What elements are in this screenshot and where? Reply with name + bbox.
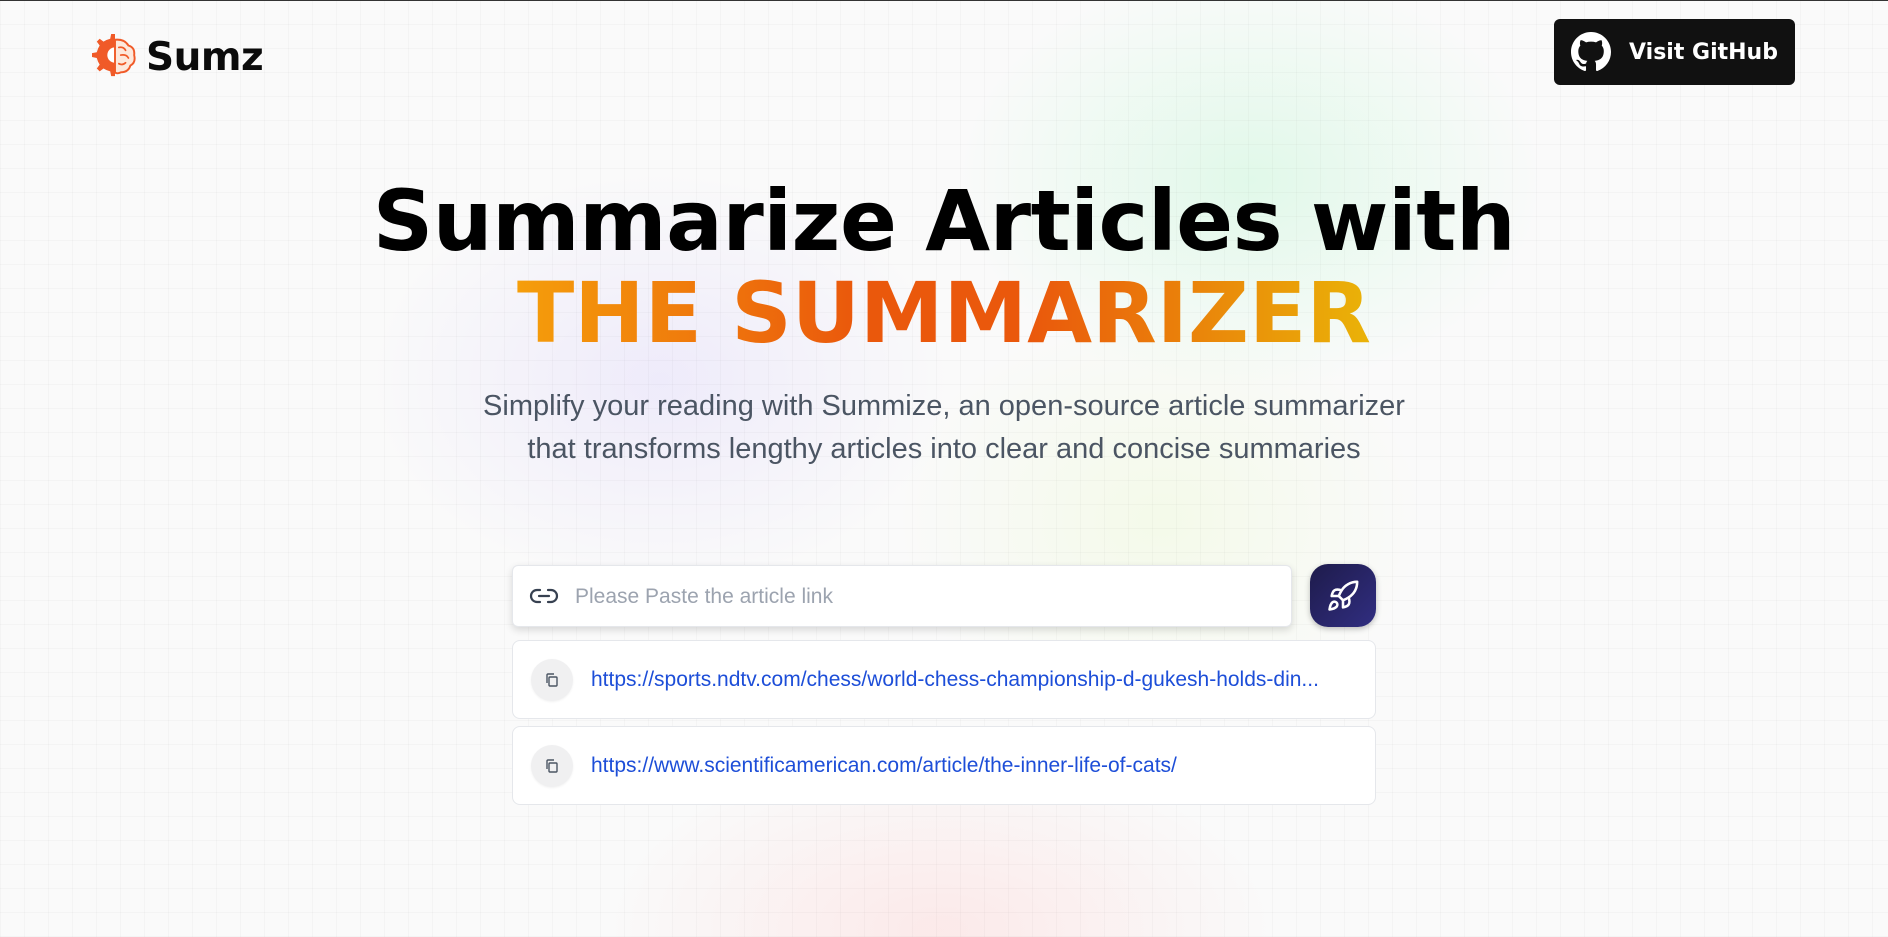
hero-title: Summarize Articles with THE SUMMARIZER xyxy=(0,175,1888,359)
logo[interactable]: Sumz xyxy=(92,34,264,80)
history-item[interactable]: https://sports.ndtv.com/chess/world-ches… xyxy=(512,640,1376,719)
submit-button[interactable] xyxy=(1310,564,1376,627)
article-link-input[interactable] xyxy=(573,566,1277,628)
navbar: Sumz Visit GitHub xyxy=(0,0,1888,100)
rocket-icon xyxy=(1328,580,1359,611)
history-link[interactable]: https://sports.ndtv.com/chess/world-ches… xyxy=(591,641,1351,718)
visit-github-label: Visit GitHub xyxy=(1629,39,1778,65)
history-item[interactable]: https://www.scientificamerican.com/artic… xyxy=(512,726,1376,805)
history-link[interactable]: https://www.scientificamerican.com/artic… xyxy=(591,727,1351,804)
brain-gear-icon xyxy=(92,34,136,77)
link-icon xyxy=(529,588,559,604)
visit-github-button[interactable]: Visit GitHub xyxy=(1554,19,1795,85)
copy-icon xyxy=(546,673,558,687)
hero-title-line2: THE SUMMARIZER xyxy=(516,264,1372,362)
brand-name: Sumz xyxy=(146,34,264,80)
hero-description-line1: Simplify your reading with Summize, an o… xyxy=(483,390,1405,422)
article-link-form xyxy=(512,565,1292,628)
github-icon xyxy=(1571,32,1612,72)
copy-icon xyxy=(546,759,558,773)
copy-button[interactable] xyxy=(531,659,573,701)
page: Sumz Visit GitHub Summarize Articles wit… xyxy=(0,0,1888,937)
hero-description-line2: that transforms lengthy articles into cl… xyxy=(527,433,1361,465)
copy-button[interactable] xyxy=(531,745,573,787)
hero-description: Simplify your reading with Summize, an o… xyxy=(444,385,1444,471)
hero-title-line1: Summarize Articles with xyxy=(372,172,1516,270)
